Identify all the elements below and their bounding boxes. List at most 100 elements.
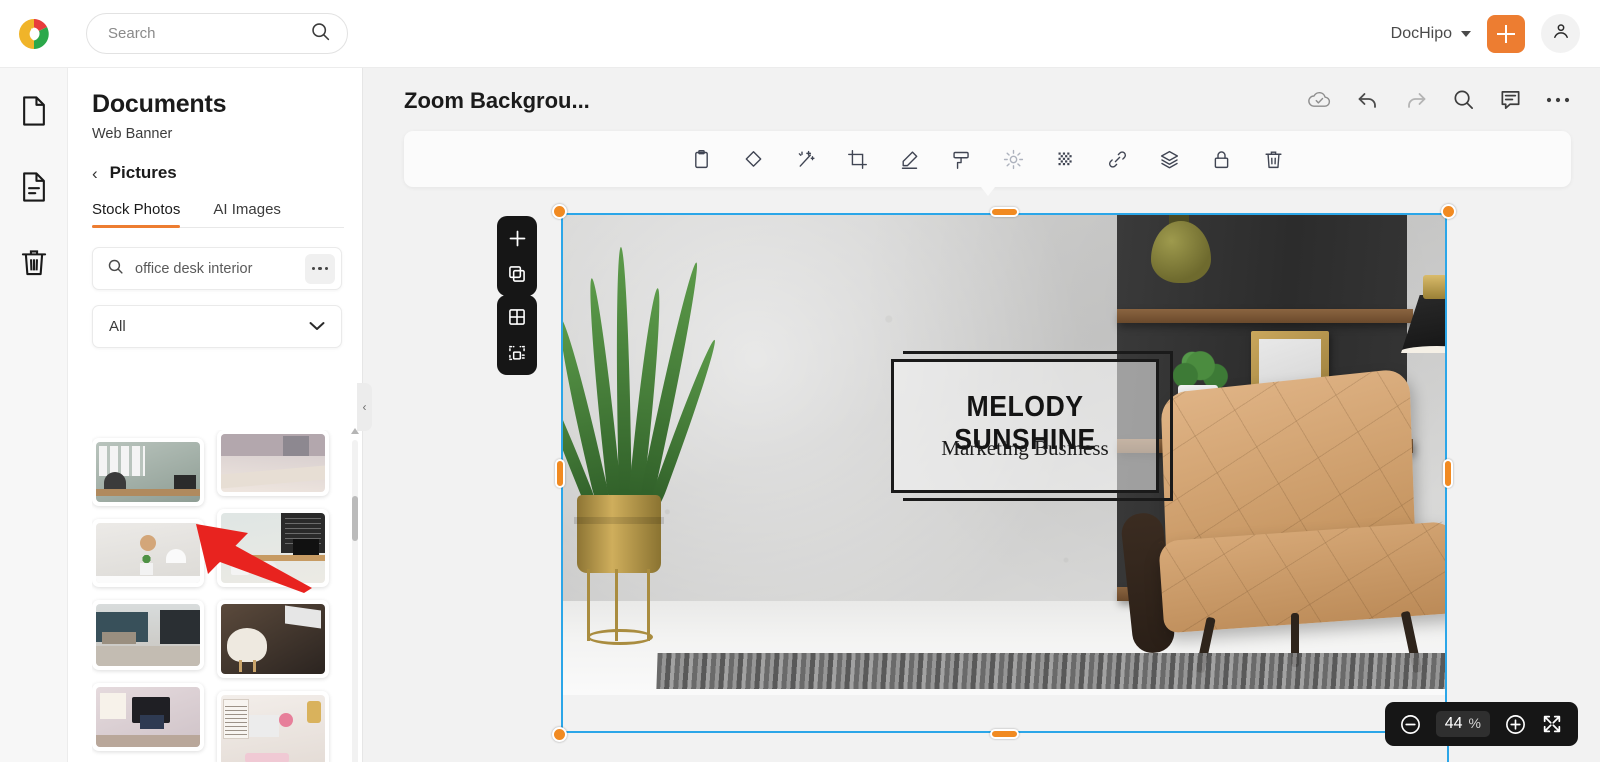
canvas-area: Zoom Backgrou... MELODY SUNSHINE Marketi… bbox=[363, 68, 1600, 762]
sidebar-item-blank-document[interactable] bbox=[9, 88, 59, 138]
chevron-down-icon bbox=[1461, 30, 1471, 37]
search-options-button[interactable] bbox=[305, 253, 335, 284]
dark-desk-chair-photo bbox=[221, 604, 325, 674]
resize-handle-top-right[interactable] bbox=[1441, 204, 1456, 219]
list-item[interactable] bbox=[92, 438, 204, 506]
more-options-icon[interactable] bbox=[1546, 96, 1570, 104]
zoom-level: 44 bbox=[1444, 715, 1463, 732]
list-item[interactable] bbox=[217, 691, 329, 762]
magic-wand-icon[interactable] bbox=[793, 146, 819, 172]
sidebar-item-trash[interactable] bbox=[9, 240, 59, 290]
brand-selector[interactable]: DocHipo bbox=[1391, 25, 1471, 43]
zoom-control: 44 % bbox=[1384, 702, 1578, 746]
photo-column-left bbox=[92, 430, 204, 762]
user-icon bbox=[1551, 21, 1571, 46]
comment-icon[interactable] bbox=[1499, 88, 1522, 111]
photo-results-grid[interactable] bbox=[92, 430, 362, 762]
chevron-left-icon: ‹ bbox=[362, 400, 367, 414]
list-item[interactable] bbox=[217, 509, 329, 587]
cloud-saved-icon[interactable] bbox=[1307, 90, 1332, 109]
list-item[interactable] bbox=[92, 683, 204, 751]
panel-tabs: Stock Photos AI Images bbox=[92, 201, 344, 228]
left-rail bbox=[0, 68, 68, 762]
resize-handle-left[interactable] bbox=[555, 459, 565, 488]
document-title[interactable]: Zoom Backgrou... bbox=[404, 88, 590, 114]
documents-panel: Documents Web Banner ‹ Pictures Stock Ph… bbox=[68, 68, 363, 762]
link-icon[interactable] bbox=[1105, 146, 1131, 172]
selection-border bbox=[561, 213, 1447, 733]
photo-column-right bbox=[217, 430, 329, 762]
element-toolbar bbox=[404, 131, 1571, 196]
document-icon bbox=[19, 95, 49, 132]
global-search-box[interactable]: Search bbox=[86, 13, 348, 54]
search-icon bbox=[107, 258, 124, 280]
resize-handle-top-left[interactable] bbox=[552, 204, 567, 219]
breadcrumb-label: Pictures bbox=[109, 163, 177, 182]
list-item[interactable] bbox=[217, 430, 329, 496]
pencil-icon[interactable] bbox=[897, 146, 923, 172]
clipboard-icon[interactable] bbox=[689, 146, 715, 172]
zoom-value-field[interactable]: 44 % bbox=[1435, 711, 1490, 737]
document-actions bbox=[1307, 88, 1570, 111]
search-icon bbox=[310, 21, 331, 47]
list-item[interactable] bbox=[92, 519, 204, 587]
brand-label: DocHipo bbox=[1390, 24, 1452, 42]
trash-icon[interactable] bbox=[1261, 146, 1287, 172]
brightness-icon[interactable] bbox=[1001, 146, 1027, 172]
search-icon[interactable] bbox=[1452, 88, 1475, 111]
app-logo[interactable] bbox=[0, 17, 68, 51]
layers-icon[interactable] bbox=[1157, 146, 1183, 172]
resize-handle-right[interactable] bbox=[1443, 459, 1453, 488]
lock-icon[interactable] bbox=[1209, 146, 1235, 172]
breadcrumb[interactable]: ‹ Pictures bbox=[92, 163, 362, 183]
chevron-left-icon: ‹ bbox=[92, 163, 98, 183]
resize-handle-bottom[interactable] bbox=[990, 729, 1019, 739]
scrollbar-thumb[interactable] bbox=[352, 496, 358, 541]
category-filter-select[interactable]: All bbox=[92, 305, 342, 348]
fullscreen-icon[interactable] bbox=[1540, 712, 1564, 736]
page-tools-top bbox=[497, 216, 537, 296]
selected-element-frame[interactable]: MELODY SUNSHINE Marketing Business bbox=[552, 204, 1456, 742]
empty-office-corridor-photo bbox=[96, 604, 200, 666]
sidebar-item-my-documents[interactable] bbox=[9, 164, 59, 214]
plus-icon bbox=[1497, 24, 1515, 43]
zoom-in-icon[interactable] bbox=[1503, 712, 1527, 736]
resize-handle-top[interactable] bbox=[990, 207, 1019, 217]
eraser-icon[interactable] bbox=[741, 146, 767, 172]
search-input[interactable]: Search bbox=[108, 25, 310, 42]
create-new-button[interactable] bbox=[1487, 14, 1525, 53]
panel-collapse-handle[interactable]: ‹ bbox=[357, 383, 372, 431]
ellipsis-icon bbox=[311, 266, 316, 271]
woman-at-desk-photo bbox=[96, 442, 200, 502]
feminine-desk-flatlay-photo bbox=[221, 695, 325, 762]
chevron-down-icon bbox=[309, 318, 325, 336]
dochipo-logo-icon bbox=[17, 17, 51, 51]
photo-search-box[interactable]: office desk interior bbox=[92, 247, 342, 290]
toolbar-caret bbox=[979, 185, 997, 196]
list-item[interactable] bbox=[217, 600, 329, 678]
photo-search-input[interactable]: office desk interior bbox=[135, 261, 305, 277]
wall-clock-plant-lamp-photo bbox=[96, 523, 200, 583]
texture-icon[interactable] bbox=[1053, 146, 1079, 172]
select-area-icon[interactable] bbox=[503, 339, 531, 367]
account-button[interactable] bbox=[1541, 14, 1580, 53]
duplicate-page-icon[interactable] bbox=[503, 260, 531, 288]
panel-subtitle: Web Banner bbox=[92, 126, 173, 142]
page-tools-bottom bbox=[497, 295, 537, 375]
zoom-unit: % bbox=[1468, 715, 1481, 731]
undo-icon[interactable] bbox=[1356, 89, 1380, 111]
add-page-icon[interactable] bbox=[503, 224, 531, 252]
top-bar: Search DocHipo bbox=[0, 0, 1600, 68]
list-item[interactable] bbox=[92, 600, 204, 670]
tab-ai-images[interactable]: AI Images bbox=[213, 201, 281, 227]
redo-icon[interactable] bbox=[1404, 89, 1428, 111]
tab-stock-photos[interactable]: Stock Photos bbox=[92, 201, 181, 228]
resize-handle-bottom-left[interactable] bbox=[552, 727, 567, 742]
crop-icon[interactable] bbox=[845, 146, 871, 172]
panel-scrollbar[interactable] bbox=[351, 428, 359, 762]
grid-icon[interactable] bbox=[503, 303, 531, 331]
zoom-out-icon[interactable] bbox=[1399, 712, 1423, 736]
document-lines-icon bbox=[19, 171, 49, 208]
paint-roller-icon[interactable] bbox=[949, 146, 975, 172]
trash-icon bbox=[19, 247, 49, 284]
